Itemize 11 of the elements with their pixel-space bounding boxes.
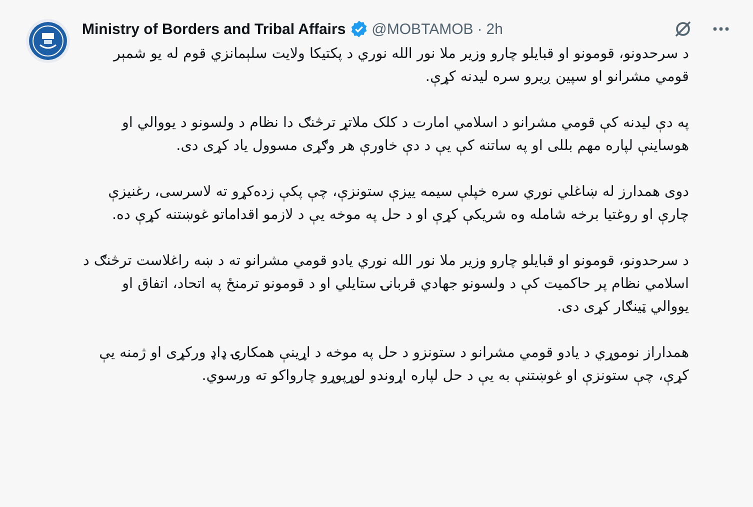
avatar[interactable] (26, 19, 70, 63)
post-time[interactable]: 2h (486, 20, 503, 38)
separator-dot: · (477, 20, 482, 38)
post-paragraph: د سرحدونو، قومونو او قبايلو چارو وزير ملا نور الله نوري د پکتيکا ولايت سلېمانزي قوم له يو شمېر قومي مشرانو او سپين ږيرو سره ليدنه کړې. (112, 45, 689, 88)
account-handle[interactable]: @MOBTAMOB (372, 20, 474, 38)
slashed-circle-icon[interactable] (673, 19, 693, 39)
post-paragraph: د سرحدونو، قومونو او قبايلو چارو وزير ملا نور الله نوري يادو قومي مشرانو ته د ښه راغلاست ترڅنګ د اسلامي نظام پر حاکميت کې د ولسونو جهادي قربانۍ ستايلي او د قومونو ترمنځ په اتحاد، اتفاق او يووالي ټينګار کړی دی. (82, 252, 689, 317)
post-paragraph: په دې ليدنه کې قومي مشرانو د اسلامي امارت د کلک ملاتړ ترڅنګ دا نظام د ولسونو د يووالي او هوساينې لپاره مهم بللی او په ساتنه کې يې د دې خاورې هر وګړی مسوول ياد کړی دی. (120, 114, 689, 158)
post-paragraph: دوی همدارز له ښاغلي نوري سره خپلې سيمه ييزې ستونزې، چې پکې زده‌کړو ته لاسرسی، رغنيزې چارې او روغتيا برخه شامله وه شريکې کړې او د حل په موخه يې د لازمو اقداماتو غوښتنه کړې ده. (107, 183, 689, 226)
post-paragraph: همداراز نوموړي د يادو قومي مشرانو د ستونزو د حل په موخه د اړينې همکارۍ ډاډ ورکړی او ژمنه يې کړې، چې ستونزې او غوښتنې به يې د حل لپاره اړوندو لوړپوړو چارواکو ته ورسوي. (98, 344, 689, 388)
account-name[interactable]: Ministry of Borders and Tribal Affairs (82, 20, 346, 38)
